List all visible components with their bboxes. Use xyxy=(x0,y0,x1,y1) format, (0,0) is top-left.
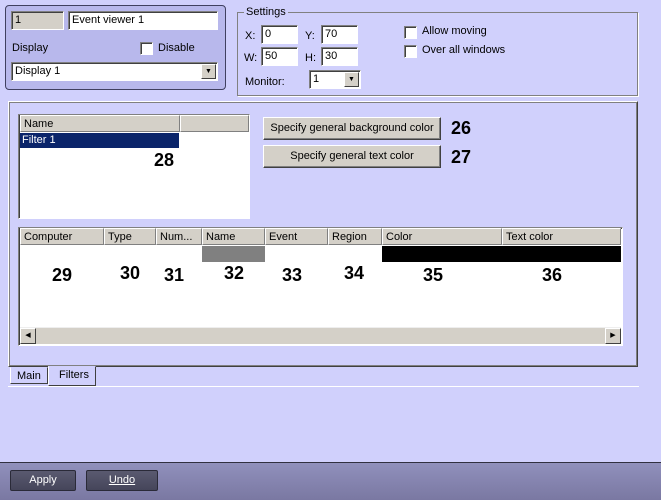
x-field[interactable]: 0 xyxy=(261,25,298,44)
h-field[interactable]: 30 xyxy=(321,47,358,66)
settings-title: Settings xyxy=(244,6,288,18)
scroll-right-icon[interactable]: ▶ xyxy=(605,328,621,344)
callout-31: 31 xyxy=(164,265,185,285)
tab-main[interactable]: Main xyxy=(10,367,48,384)
tab-filters[interactable]: Filters xyxy=(48,366,96,386)
object-id-field[interactable]: 1 xyxy=(11,11,64,30)
filter-list-header-empty xyxy=(180,115,249,132)
filter-list[interactable]: Name Filter 1 xyxy=(18,114,250,219)
monitor-label: Monitor: xyxy=(245,76,285,88)
column-text-color[interactable]: Text color xyxy=(502,228,621,245)
w-label: W: xyxy=(244,52,258,64)
allow-moving-checkbox[interactable] xyxy=(404,26,417,39)
callout-27: 27 xyxy=(451,147,472,167)
object-name-field[interactable]: Event viewer 1 xyxy=(68,11,218,30)
h-label: H: xyxy=(305,52,316,64)
over-all-windows-label: Over all windows xyxy=(422,44,506,56)
display-label: Display xyxy=(12,42,49,54)
callout-32: 32 xyxy=(224,263,245,283)
column-number[interactable]: Num... xyxy=(156,228,202,245)
general-background-color-button[interactable]: Specify general background color xyxy=(263,117,441,140)
disable-checkbox[interactable] xyxy=(140,42,153,55)
column-name[interactable]: Name xyxy=(202,228,265,245)
column-event[interactable]: Event xyxy=(265,228,328,245)
column-color[interactable]: Color xyxy=(382,228,502,245)
chevron-down-icon[interactable]: ▼ xyxy=(344,72,359,87)
color-cell[interactable] xyxy=(382,246,502,262)
callout-34: 34 xyxy=(344,263,365,283)
general-text-color-button[interactable]: Specify general text color xyxy=(263,145,441,168)
horizontal-scrollbar[interactable]: ◀ ▶ xyxy=(20,327,621,344)
monitor-value: 1 xyxy=(313,73,320,85)
name-cell[interactable] xyxy=(202,246,265,262)
text-color-cell[interactable] xyxy=(502,246,621,262)
y-field[interactable]: 70 xyxy=(321,25,358,44)
tab-strip-line xyxy=(8,386,639,387)
undo-button[interactable]: Undo xyxy=(86,470,158,491)
display-select[interactable]: Display 1 ▼ xyxy=(11,62,218,81)
callout-36: 36 xyxy=(542,265,563,285)
callout-35: 35 xyxy=(423,265,444,285)
display-select-value: Display 1 xyxy=(15,65,61,77)
chevron-down-icon[interactable]: ▼ xyxy=(201,64,216,79)
y-label: Y: xyxy=(305,30,315,42)
x-label: X: xyxy=(245,30,256,42)
callout-30: 30 xyxy=(120,263,141,283)
callout-26: 26 xyxy=(451,118,472,138)
apply-button[interactable]: Apply xyxy=(10,470,76,491)
monitor-select[interactable]: 1 ▼ xyxy=(309,70,361,89)
scroll-left-icon[interactable]: ◀ xyxy=(20,328,36,344)
column-computer[interactable]: Computer xyxy=(20,228,104,245)
filter-list-item[interactable]: Filter 1 xyxy=(20,133,179,148)
w-field[interactable]: 50 xyxy=(261,47,298,66)
callout-29: 29 xyxy=(52,265,73,285)
filter-list-header-name[interactable]: Name xyxy=(20,115,180,132)
column-type[interactable]: Type xyxy=(104,228,156,245)
callout-33: 33 xyxy=(282,265,303,285)
callout-28: 28 xyxy=(154,150,175,170)
column-region[interactable]: Region xyxy=(328,228,382,245)
allow-moving-label: Allow moving xyxy=(422,25,487,37)
disable-label: Disable xyxy=(158,42,195,54)
over-all-windows-checkbox[interactable] xyxy=(404,45,417,58)
filter-grid[interactable]: Computer Type Num... Name Event Region C… xyxy=(18,227,623,346)
